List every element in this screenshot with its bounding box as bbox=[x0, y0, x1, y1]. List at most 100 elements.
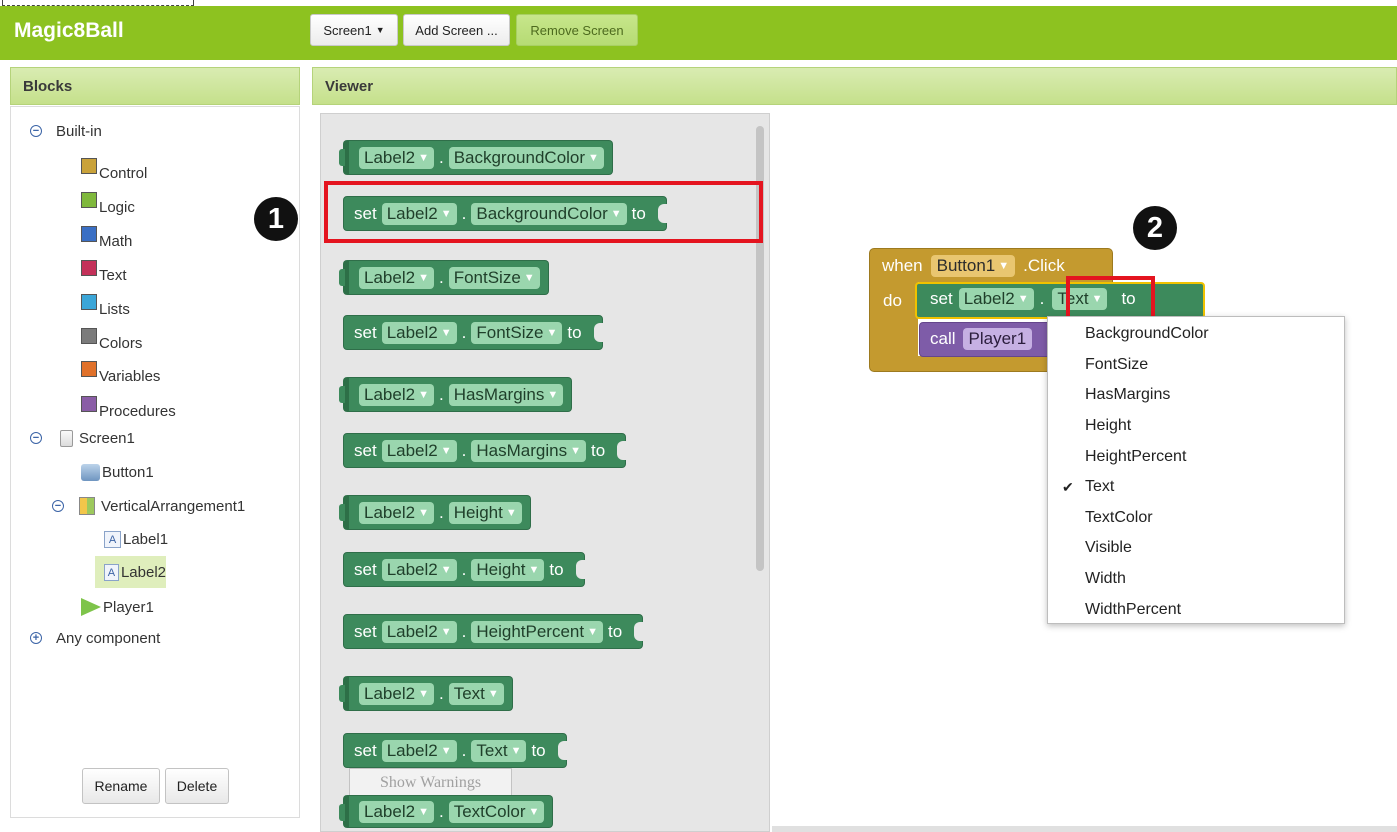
get-backgroundcolor-block[interactable]: Label2 ▼ . BackgroundColor ▼ bbox=[339, 140, 613, 175]
component-dropdown[interactable]: Label2 ▼ bbox=[381, 321, 457, 344]
tree-label1-label: Label1 bbox=[123, 530, 169, 548]
menu-item-visible[interactable]: Visible bbox=[1048, 533, 1344, 564]
highlight-box-1 bbox=[324, 181, 763, 243]
tree-builtin-lists[interactable]: Lists bbox=[81, 293, 130, 318]
tree-builtin-item-label: Colors bbox=[99, 334, 143, 352]
component-dropdown[interactable]: Label2 ▼ bbox=[381, 558, 457, 581]
collapse-icon[interactable]: − bbox=[30, 125, 42, 137]
annotation-step-2: 2 bbox=[1133, 206, 1177, 250]
rename-button[interactable]: Rename bbox=[82, 768, 160, 804]
collapse-icon[interactable]: − bbox=[30, 432, 42, 444]
menu-item-widthpercent[interactable]: WidthPercent bbox=[1048, 594, 1344, 625]
tree-label2-selected[interactable]: A Label2 bbox=[95, 556, 166, 588]
property-dropdown[interactable]: HasMargins ▼ bbox=[471, 439, 586, 462]
menu-item-hasmargins[interactable]: HasMargins bbox=[1048, 380, 1344, 411]
tree-screen1[interactable]: − Screen1 bbox=[30, 426, 135, 450]
collapse-icon[interactable]: − bbox=[52, 500, 64, 512]
component-dropdown[interactable]: Label2 ▼ bbox=[359, 800, 434, 823]
tree-builtin-control[interactable]: Control bbox=[81, 157, 147, 182]
tree-builtin-variables[interactable]: Variables bbox=[81, 360, 161, 385]
tree-verticalarrangement1[interactable]: − VerticalArrangement1 bbox=[52, 494, 245, 518]
tree-builtin-text[interactable]: Text bbox=[81, 259, 127, 284]
component-dropdown[interactable]: Label2 ▼ bbox=[359, 266, 434, 289]
tree-button1-label: Button1 bbox=[102, 463, 154, 481]
tree-any-component[interactable]: + Any component bbox=[30, 626, 160, 650]
get-textcolor-block[interactable]: Label2 ▼ . TextColor ▼ bbox=[338, 795, 554, 828]
set-heightpercent-block[interactable]: set Label2 ▼ . HeightPercent ▼ to bbox=[343, 614, 644, 649]
blocks-panel-header: Blocks bbox=[10, 67, 300, 105]
property-dropdown[interactable]: Height ▼ bbox=[448, 501, 522, 524]
menu-item-label: Visible bbox=[1085, 539, 1132, 557]
menu-item-textcolor[interactable]: TextColor bbox=[1048, 503, 1344, 534]
menu-item-width[interactable]: Width bbox=[1048, 564, 1344, 595]
component-dropdown[interactable]: Label2 ▼ bbox=[359, 146, 434, 169]
get-fontsize-block[interactable]: Label2 ▼ . FontSize ▼ bbox=[339, 260, 549, 295]
tree-builtin-procedures[interactable]: Procedures bbox=[81, 395, 176, 420]
property-dropdown[interactable]: Text ▼ bbox=[471, 739, 527, 762]
get-text-block[interactable]: Label2 ▼ . Text ▼ bbox=[339, 676, 513, 711]
tree-player1[interactable]: Player1 bbox=[81, 595, 154, 619]
do-label: do bbox=[883, 291, 902, 310]
menu-item-height[interactable]: Height bbox=[1048, 411, 1344, 442]
set-hasmargins-block[interactable]: set Label2 ▼ . HasMargins ▼ to bbox=[343, 433, 627, 468]
set-height-block[interactable]: set Label2 ▼ . Height ▼ to bbox=[343, 552, 585, 587]
property-dropdown[interactable]: HasMargins ▼ bbox=[448, 383, 564, 406]
property-dropdown[interactable]: Text ▼ bbox=[448, 682, 504, 705]
component-dropdown[interactable]: Label2 ▼ bbox=[381, 620, 457, 643]
get-hasmargins-block[interactable]: Label2 ▼ . HasMargins ▼ bbox=[338, 377, 573, 412]
event-component-dropdown[interactable]: Button1 ▼ bbox=[930, 255, 1016, 277]
property-dropdown[interactable]: Height ▼ bbox=[471, 558, 545, 581]
component-dropdown[interactable]: Label2 ▼ bbox=[381, 439, 457, 462]
delete-button[interactable]: Delete bbox=[165, 768, 229, 804]
menu-item-fontsize[interactable]: FontSize bbox=[1048, 350, 1344, 381]
set-fontsize-block[interactable]: set Label2 ▼ . FontSize ▼ to bbox=[343, 315, 603, 350]
label-component-icon: A bbox=[104, 563, 119, 581]
show-warnings-button[interactable]: Show Warnings bbox=[349, 768, 512, 798]
tree-builtin-item-label: Lists bbox=[99, 300, 130, 318]
property-dropdown[interactable]: TextColor ▼ bbox=[448, 800, 545, 823]
component-dropdown[interactable]: Label2 ▼ bbox=[359, 501, 434, 524]
tree-label1[interactable]: A Label1 bbox=[104, 527, 168, 551]
screen-select-button[interactable]: Screen1 ▼ bbox=[310, 14, 398, 46]
tree-builtin-colors[interactable]: Colors bbox=[81, 327, 143, 352]
tree-builtin-item-label: Logic bbox=[99, 198, 135, 216]
menu-item-text[interactable]: ✔ Text bbox=[1048, 472, 1344, 503]
menu-item-label: Text bbox=[1085, 478, 1115, 496]
menu-item-label: WidthPercent bbox=[1085, 600, 1182, 618]
tree-builtin-logic[interactable]: Logic bbox=[81, 191, 135, 216]
tree-builtin[interactable]: − Built-in bbox=[30, 119, 102, 143]
category-swatch-icon bbox=[81, 396, 97, 412]
set-text-block[interactable]: set Label2 ▼ . Text ▼ to bbox=[343, 733, 567, 768]
remove-screen-button[interactable]: Remove Screen bbox=[516, 14, 638, 46]
component-dropdown[interactable]: Label2 ▼ bbox=[381, 739, 457, 762]
workspace-scrollbar[interactable] bbox=[772, 826, 1397, 832]
top-bar bbox=[0, 6, 1397, 60]
menu-item-backgroundcolor[interactable]: BackgroundColor bbox=[1048, 319, 1344, 350]
viewer-panel-header: Viewer bbox=[312, 67, 1397, 105]
menu-item-label: Height bbox=[1085, 417, 1132, 435]
tree-builtin-math[interactable]: Math bbox=[81, 225, 132, 250]
call-component-dropdown[interactable]: Player1 bbox=[962, 328, 1033, 350]
component-dropdown[interactable]: Label2 ▼ bbox=[359, 383, 434, 406]
expand-icon[interactable]: + bbox=[30, 632, 42, 644]
tree-button1[interactable]: Button1 bbox=[81, 460, 154, 484]
screen-select-label: Screen1 bbox=[323, 22, 372, 38]
property-dropdown[interactable]: FontSize ▼ bbox=[448, 266, 540, 289]
viewer-panel-title: Viewer bbox=[325, 77, 374, 95]
property-dropdown-menu: BackgroundColor FontSize HasMargins Height H… bbox=[1047, 316, 1345, 624]
property-dropdown[interactable]: HeightPercent ▼ bbox=[471, 620, 603, 643]
tree-player1-label: Player1 bbox=[103, 598, 154, 616]
component-dropdown[interactable]: Label2 ▼ bbox=[958, 288, 1034, 310]
tree-builtin-item-label: Procedures bbox=[99, 402, 176, 420]
tree-any-component-label: Any component bbox=[56, 629, 161, 647]
add-screen-button[interactable]: Add Screen ... bbox=[403, 14, 510, 46]
app-title: Magic8Ball bbox=[14, 19, 124, 42]
get-height-block[interactable]: Label2 ▼ . Height ▼ bbox=[339, 495, 531, 530]
category-swatch-icon bbox=[81, 158, 97, 174]
tree-builtin-item-label: Variables bbox=[99, 367, 161, 385]
component-dropdown[interactable]: Label2 ▼ bbox=[359, 682, 434, 705]
menu-item-heightpercent[interactable]: HeightPercent bbox=[1048, 441, 1344, 472]
property-dropdown[interactable]: BackgroundColor ▼ bbox=[448, 146, 604, 169]
property-dropdown[interactable]: FontSize ▼ bbox=[471, 321, 563, 344]
menu-item-label: BackgroundColor bbox=[1085, 325, 1209, 343]
